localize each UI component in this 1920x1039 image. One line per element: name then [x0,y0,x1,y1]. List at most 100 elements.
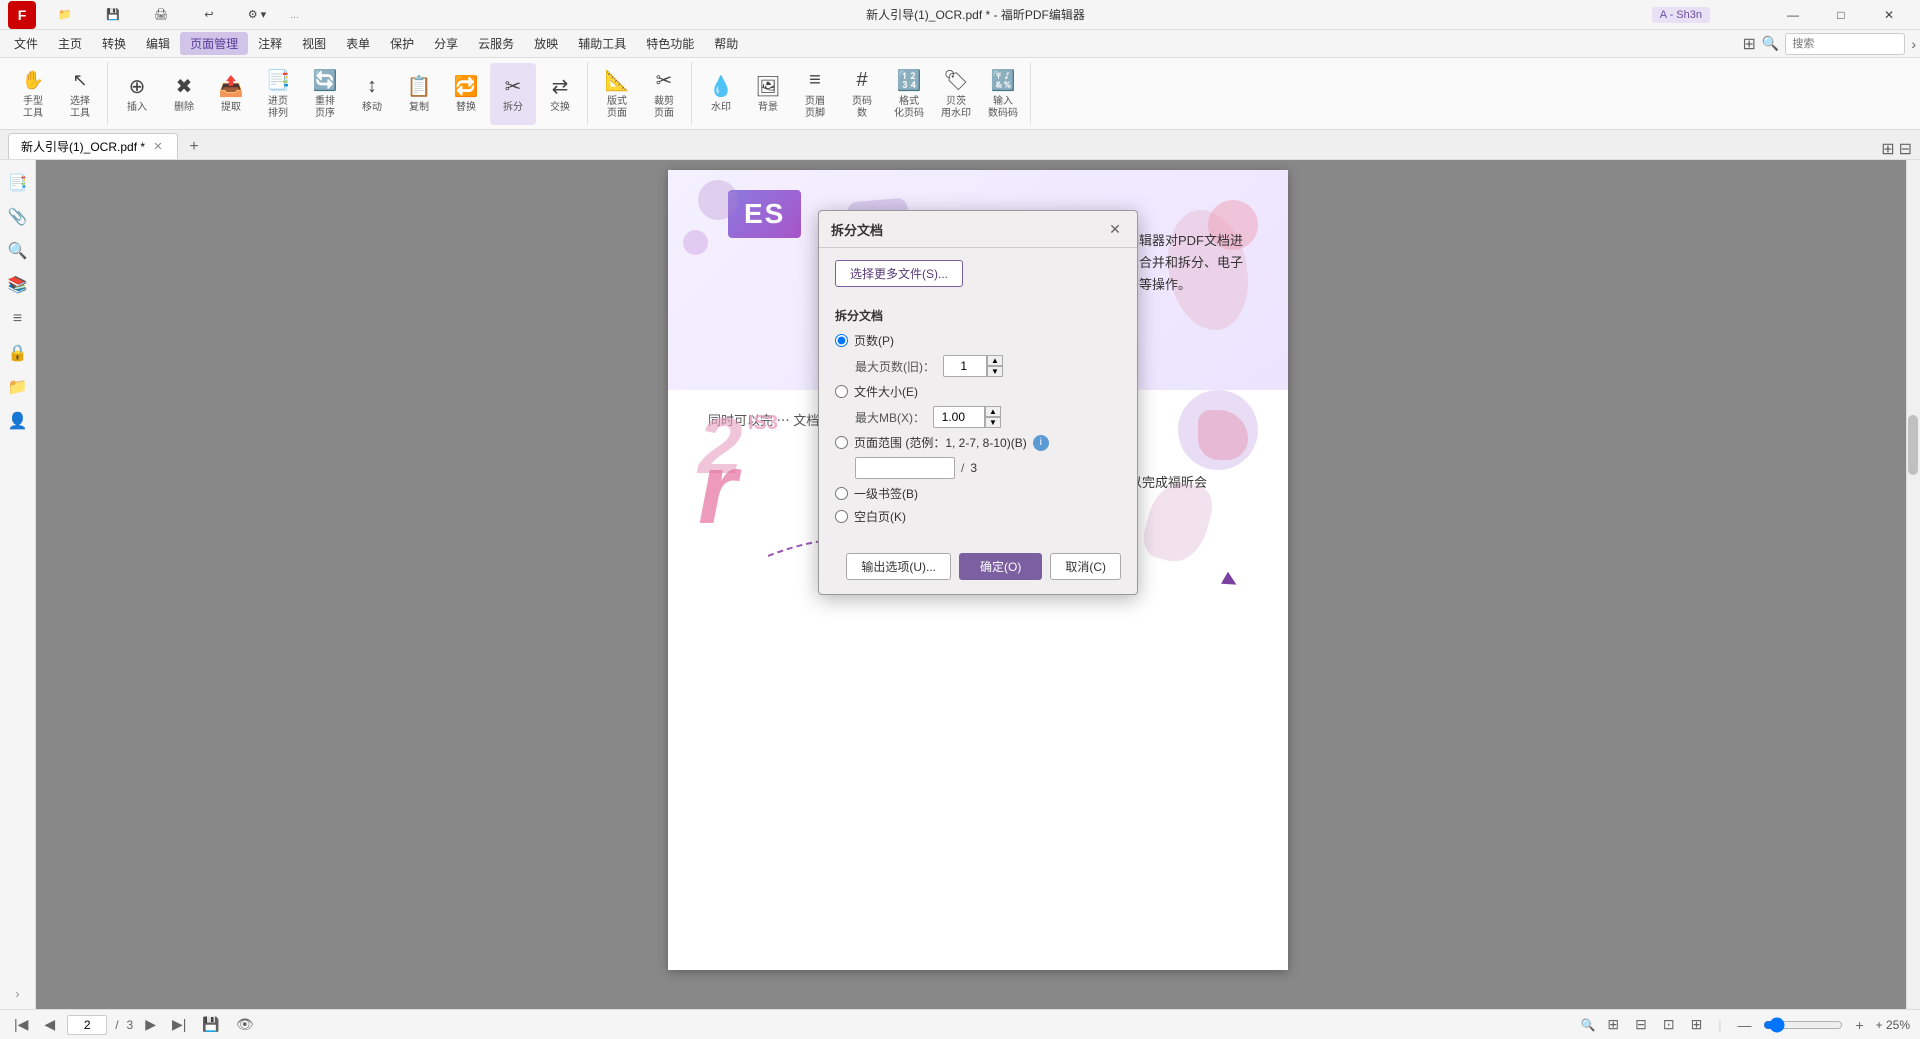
tool-select[interactable]: ↖ 选择工具 [57,63,103,125]
tool-swap[interactable]: ⇄ 交换 [537,63,583,125]
tool-pagelayout[interactable]: 📐 版式页面 [594,63,640,125]
minimize-button[interactable]: — [1770,1,1816,29]
tool-delete[interactable]: ✖ 删除 [161,63,207,125]
scrollbar-vertical[interactable] [1906,160,1920,1009]
tool-hand[interactable]: ✋ 手型工具 [10,63,56,125]
scrollbar-thumb[interactable] [1908,415,1918,475]
view-toggle-1[interactable]: ⊞ [1881,139,1894,159]
menu-view[interactable]: 视图 [292,32,336,55]
first-page-button[interactable]: |◀ [10,1014,32,1035]
view-state-button[interactable]: 👁 [232,1014,258,1035]
sidebar-btn-portfolio[interactable]: 📁 [3,372,33,402]
option-bookmark-radio[interactable] [835,487,848,500]
option-pages-radio[interactable] [835,334,848,347]
expand-icon[interactable]: › [1911,36,1916,52]
view-mode-1[interactable]: ⊞ [1603,1014,1623,1035]
save-state-button[interactable]: 💾 [198,1014,223,1035]
sidebar-btn-user[interactable]: 👤 [3,406,33,436]
layout-icon-1[interactable]: ⊞ [1742,34,1755,54]
tool-pageformat[interactable]: 🔢 格式化页码 [886,63,932,125]
view-icon-1[interactable]: 🔍 [1580,1018,1595,1032]
document-tab[interactable]: 新人引导(1)_OCR.pdf * ✕ [8,133,178,159]
tool-reorder[interactable]: 🔄 重排页序 [302,63,348,125]
current-page-input[interactable] [67,1015,107,1035]
ok-button[interactable]: 确定(O) [959,553,1042,580]
tool-replace[interactable]: 🔁 替换 [443,63,489,125]
option-pages-label[interactable]: 页数(P) [854,332,894,349]
view-toggle-2[interactable]: ⊟ [1899,139,1912,159]
sidebar-expand-btn[interactable]: › [16,987,20,1001]
toolbar-small-btn-4[interactable]: ↩ [186,1,232,29]
sidebar-btn-layers[interactable]: ≡ [3,304,33,334]
max-pages-input[interactable] [943,355,987,377]
toolbar-small-btn-3[interactable]: 🖨 [138,1,184,29]
tab-close-button[interactable]: ✕ [151,140,165,154]
menu-form[interactable]: 表单 [336,32,380,55]
menu-share[interactable]: 分享 [424,32,468,55]
view-mode-2[interactable]: ⊟ [1631,1014,1651,1035]
tool-crop[interactable]: ✂ 裁剪页面 [641,63,687,125]
menu-annotation[interactable]: 注释 [248,32,292,55]
zoom-slider[interactable] [1763,1017,1843,1033]
toolbar-small-btn-2[interactable]: 💾 [90,1,136,29]
tool-move[interactable]: ↕ 移动 [349,63,395,125]
menu-cloud[interactable]: 云服务 [468,32,524,55]
max-mb-up[interactable]: ▲ [985,406,1001,417]
view-mode-3[interactable]: ⊡ [1659,1014,1679,1035]
zoom-out-button[interactable]: — [1733,1015,1755,1035]
menu-pagemanage[interactable]: 页面管理 [180,32,248,55]
sidebar-btn-security[interactable]: 🔒 [3,338,33,368]
tool-headerfooter[interactable]: ≡ 页眉页脚 [792,63,838,125]
option-filesize-label[interactable]: 文件大小(E) [854,383,918,400]
menu-home[interactable]: 主页 [48,32,92,55]
option-bookmark-label[interactable]: 一级书签(B) [854,485,918,502]
toolbar-small-btn-5[interactable]: ⚙ ▾ [234,1,280,29]
tool-copy[interactable]: 📋 复制 [396,63,442,125]
dialog-close-button[interactable]: ✕ [1105,219,1125,239]
tab-add-button[interactable]: + [182,135,206,159]
option-pagerange-radio[interactable] [835,436,848,449]
sidebar-btn-pages[interactable]: 📑 [3,168,33,198]
info-icon[interactable]: i [1033,435,1049,451]
max-mb-input[interactable] [933,406,985,428]
menu-help[interactable]: 帮助 [704,32,748,55]
menu-convert[interactable]: 转换 [92,32,136,55]
option-blank-radio[interactable] [835,510,848,523]
menu-present[interactable]: 放映 [524,32,568,55]
max-pages-down[interactable]: ▼ [987,366,1003,377]
menu-assist[interactable]: 辅助工具 [568,32,636,55]
tool-background[interactable]: 🖼 背景 [745,63,791,125]
option-filesize-radio[interactable] [835,385,848,398]
option-pagerange-label[interactable]: 页面范围 (范例：1, 2-7, 8-10)(B) [854,434,1027,451]
menu-protect[interactable]: 保护 [380,32,424,55]
sidebar-btn-search[interactable]: 🔍 [3,236,33,266]
max-mb-down[interactable]: ▼ [985,417,1001,428]
range-input[interactable] [855,457,955,479]
zoom-in-button[interactable]: + [1851,1015,1867,1035]
menu-special[interactable]: 特色功能 [636,32,704,55]
close-button[interactable]: ✕ [1866,1,1912,29]
tool-insert[interactable]: ⊕ 插入 [114,63,160,125]
tool-pagenum[interactable]: # 页码数 [839,63,885,125]
tool-watermark[interactable]: 💧 水印 [698,63,744,125]
menu-edit[interactable]: 编辑 [136,32,180,55]
maximize-button[interactable]: □ [1818,1,1864,29]
max-pages-up[interactable]: ▲ [987,355,1003,366]
prev-page-button[interactable]: ◀ [40,1014,59,1035]
tool-forward[interactable]: 📑 进页排列 [255,63,301,125]
tool-extract[interactable]: 📤 提取 [208,63,254,125]
view-mode-4[interactable]: ⊞ [1687,1014,1707,1035]
toolbar-small-btn-1[interactable]: 📁 [42,1,88,29]
cancel-button[interactable]: 取消(C) [1050,553,1121,580]
search-input[interactable] [1785,33,1905,55]
option-blank-label[interactable]: 空白页(K) [854,508,906,525]
menu-file[interactable]: 文件 [4,32,48,55]
output-options-button[interactable]: 输出选项(U)... [846,553,951,580]
tool-bates[interactable]: 🏷 贝茨用水印 [933,63,979,125]
last-page-button[interactable]: ▶| [168,1014,190,1035]
search-icon[interactable]: 🔍 [1762,35,1779,52]
sidebar-btn-attachments[interactable]: 📎 [3,202,33,232]
sidebar-btn-bookmarks[interactable]: 📚 [3,270,33,300]
tool-split[interactable]: ✂ 拆分 [490,63,536,125]
next-page-button[interactable]: ▶ [141,1014,160,1035]
